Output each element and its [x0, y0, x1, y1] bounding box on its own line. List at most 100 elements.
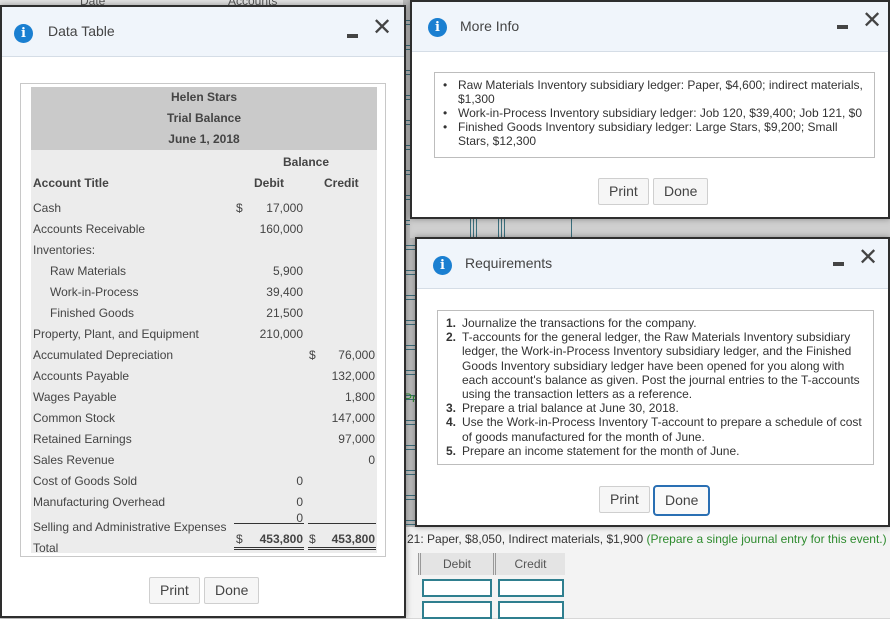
requirement-number: 2. [446, 330, 457, 345]
requirements-box: 1. Journalize the transactions for the co… [437, 310, 874, 465]
credit-amount: 97,000 [338, 432, 375, 446]
more-info-box: Raw Materials Inventory subsidiary ledge… [434, 72, 875, 158]
credit-amount: 76,000 [338, 348, 375, 362]
done-button[interactable]: Done [204, 577, 260, 604]
requirement-item: 1. Journalize the transactions for the co… [446, 316, 873, 330]
balance-header: Balance [283, 155, 330, 169]
account-title: Manufacturing Overhead [33, 495, 166, 509]
table-row: Property, Plant, and Equipment 210,000 [31, 323, 377, 344]
account-title: Finished Goods [50, 306, 135, 320]
requirement-text: T-accounts for the general ledger, the R… [462, 330, 860, 402]
ledger-list: Raw Materials Inventory subsidiary ledge… [435, 78, 874, 148]
account-title: Selling and Administrative Expenses [33, 520, 227, 534]
info-icon: i [428, 18, 447, 37]
ledger-item: Finished Goods Inventory subsidiary ledg… [443, 120, 874, 148]
debit-amount: 21,500 [266, 306, 303, 320]
account-title: Common Stock [33, 411, 116, 425]
credit-header: Credit [324, 176, 359, 190]
table-row: Accounts Payable 132,000 [31, 365, 377, 386]
table-row: Finished Goods 21,500 [31, 302, 377, 323]
table-row: Inventories: [31, 239, 377, 260]
table-row: Cash $17,000 [31, 197, 377, 218]
data-table-dialog: i Data Table ✕ Helen Stars Trial Balance… [0, 5, 406, 618]
requirement-number: 4. [446, 415, 457, 430]
credit-amount: 0 [368, 453, 375, 467]
dialog-title: Data Table [48, 23, 115, 39]
requirement-item: 4. Use the Work-in-Process Inventory T-ac… [446, 415, 873, 444]
requirement-number: 1. [446, 316, 457, 330]
debit-amount: 5,900 [272, 264, 303, 278]
requirement-item: 2. T-accounts for the general ledger, the… [446, 330, 873, 402]
debit-sign: $ [236, 201, 243, 215]
ledger-item: Raw Materials Inventory subsidiary ledge… [443, 78, 874, 106]
account-title: Work-in-Process [50, 285, 139, 299]
instruction-hint: (Prepare a single journal entry for this… [646, 532, 887, 546]
requirement-text: Journalize the transactions for the comp… [462, 316, 697, 330]
credit-amount: 1,800 [344, 390, 375, 404]
requirement-text: Prepare an income statement for the mont… [462, 443, 740, 458]
account-title: Property, Plant, and Equipment [33, 327, 199, 341]
account-title: Sales Revenue [33, 453, 115, 467]
account-title: Retained Earnings [33, 432, 132, 446]
credit-amount: 132,000 [331, 369, 375, 383]
requirement-text: Use the Work-in-Process Inventory T-acco… [462, 415, 862, 444]
journal-debit-header: Debit [418, 553, 493, 575]
done-button[interactable]: Done [653, 485, 711, 516]
more-info-dialog: i More Info ✕ Raw Materials Inventory su… [410, 0, 890, 219]
background-gap [410, 216, 890, 238]
credit-total-double-line [308, 547, 376, 550]
account-title: Inventories: [33, 243, 96, 257]
debit-amount: 17,000 [266, 201, 303, 215]
close-button[interactable]: ✕ [862, 8, 882, 32]
minimize-button[interactable] [833, 262, 844, 266]
instruction-text: 21: Paper, $8,050, Indirect materials, $… [407, 532, 644, 546]
debit-amount: 39,400 [266, 285, 303, 299]
debit-amount: 160,000 [259, 222, 303, 236]
journal-debit-input[interactable] [422, 579, 492, 597]
total-credit: 453,800 [331, 532, 375, 546]
dialog-title-bar: i Requirements ✕ [417, 239, 888, 289]
journal-credit-input[interactable] [498, 579, 564, 597]
dialog-title: Requirements [465, 255, 553, 271]
dialog-title: More Info [460, 18, 520, 34]
credit-amount: 147,000 [331, 411, 375, 425]
table-row: Accounts Receivable 160,000 [31, 218, 377, 239]
background-journal-area: 21: Paper, $8,050, Indirect materials, $… [400, 527, 890, 619]
close-button[interactable]: ✕ [372, 15, 392, 39]
requirements-list: 1. Journalize the transactions for the co… [438, 316, 873, 458]
minimize-button[interactable] [347, 34, 358, 38]
requirement-item: 5. Prepare an income statement for the mo… [446, 443, 873, 458]
total-credit-sign: $ [309, 532, 316, 546]
print-button[interactable]: Print [599, 486, 650, 513]
table-row: Wages Payable 1,800 [31, 386, 377, 407]
info-icon: i [433, 256, 452, 275]
transaction-instruction: 21: Paper, $8,050, Indirect materials, $… [407, 532, 887, 546]
print-button[interactable]: Print [149, 577, 200, 604]
trial-balance-table: Helen Stars Trial Balance June 1, 2018 B… [31, 87, 377, 555]
minimize-button[interactable] [837, 25, 848, 29]
statement-date: June 1, 2018 [168, 132, 240, 146]
account-title: Cash [33, 201, 62, 215]
table-row: Accumulated Depreciation $76,000 [31, 344, 377, 365]
table-row: Cost of Goods Sold 0 [31, 470, 377, 491]
journal-debit-input[interactable] [422, 601, 492, 619]
requirement-number: 5. [446, 443, 457, 458]
print-button[interactable]: Print [598, 178, 649, 205]
company-name: Helen Stars [170, 90, 238, 104]
journal-credit-input[interactable] [498, 601, 564, 619]
close-button[interactable]: ✕ [858, 245, 878, 269]
account-title: Raw Materials [50, 264, 127, 278]
journal-credit-header: Credit [493, 553, 565, 575]
total-row: Total $ 453,800 $ 453,800 [31, 532, 377, 555]
credit-sign: $ [309, 348, 316, 362]
requirement-number: 3. [446, 401, 457, 416]
info-icon: i [14, 24, 33, 43]
account-title: Accounts Receivable [33, 222, 146, 236]
done-button[interactable]: Done [653, 178, 709, 205]
debit-amount: 0 [296, 474, 303, 488]
debit-total-double-line [234, 547, 304, 550]
dialog-title-bar: i More Info ✕ [412, 2, 888, 52]
total-debit: 453,800 [259, 532, 303, 546]
account-title: Wages Payable [33, 390, 117, 404]
table-row: Sales Revenue 0 [31, 449, 377, 470]
